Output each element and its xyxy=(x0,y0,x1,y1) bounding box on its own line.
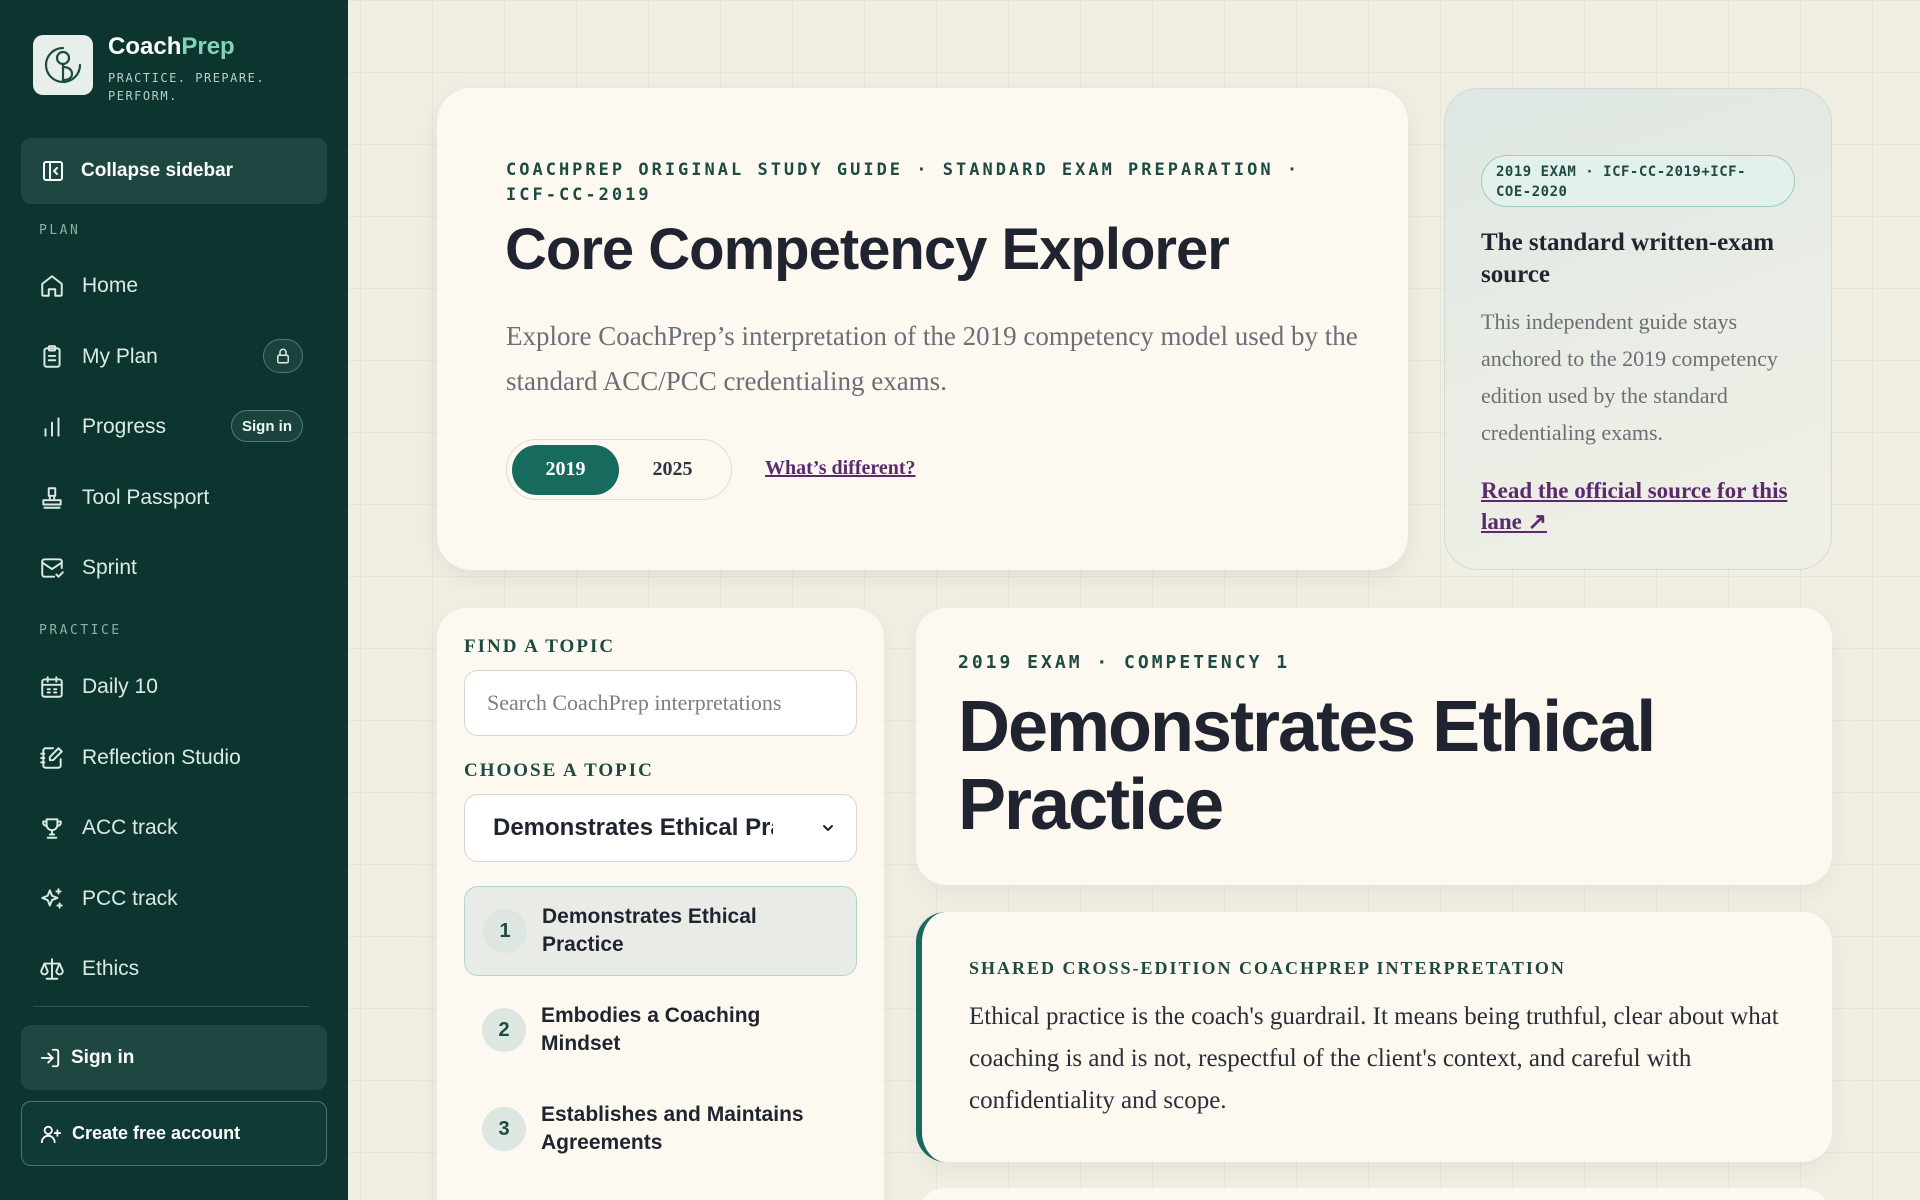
calendar-icon xyxy=(41,676,63,698)
competency-eyebrow: 2019 EXAM · COMPETENCY 1 xyxy=(958,652,1291,673)
brand-name: CoachPrep xyxy=(108,33,235,60)
create-account-label: Create free account xyxy=(72,1123,241,1143)
coachprep-logo-icon xyxy=(33,35,93,95)
sidebar-item-tool-passport[interactable]: Tool Passport xyxy=(39,480,303,516)
sidebar-item-label: Tool Passport xyxy=(82,486,210,509)
sparkles-icon xyxy=(41,888,63,909)
sidebar-item-label: Daily 10 xyxy=(82,675,158,698)
source-card-title: The standard written-exam source xyxy=(1481,229,1775,288)
clipboard-icon xyxy=(43,345,61,368)
sign-in-label: Sign in xyxy=(71,1046,135,1068)
hero-description: Explore CoachPrep’s interpretation of th… xyxy=(506,321,1358,396)
sidebar-item-home[interactable]: Home xyxy=(39,268,303,304)
whats-different-link[interactable]: What’s different? xyxy=(765,457,916,480)
interpretation-body: Ethical practice is the coach's guardrai… xyxy=(969,1003,1779,1114)
lock-icon xyxy=(277,348,289,364)
topic-panel: FIND A TOPIC CHOOSE A TOPIC Demonstrates… xyxy=(437,608,884,1200)
edition-toggle: 2019 2025 xyxy=(506,439,732,500)
brand-tagline: PRACTICE. PREPARE. PERFORM. xyxy=(108,71,266,103)
home-icon xyxy=(41,275,63,297)
source-card: 2019 EXAM · ICF-CC-2019+ICF-COE-2020 The… xyxy=(1444,88,1832,570)
topic-search-input[interactable] xyxy=(464,670,857,736)
trophy-icon xyxy=(42,818,62,839)
scale-icon xyxy=(40,958,64,980)
topic-title: Embodies a Coaching Mindset xyxy=(541,1004,761,1055)
sidebar-item-daily-10[interactable]: Daily 10 xyxy=(39,669,303,705)
topic-title: Demonstrates Ethical Practice xyxy=(542,905,757,956)
sidebar-item-label: Home xyxy=(82,274,139,297)
topic-title: Establishes and Maintains Agreements xyxy=(541,1103,804,1154)
collapse-sidebar-label: Collapse sidebar xyxy=(81,160,234,181)
choose-topic-label: CHOOSE A TOPIC xyxy=(464,760,654,781)
exam-source-badge: 2019 EXAM · ICF-CC-2019+ICF-COE-2020 xyxy=(1481,155,1795,207)
year-option-2019[interactable]: 2019 xyxy=(512,444,619,495)
topic-select-value: Demonstrates Ethical Practice xyxy=(493,814,773,841)
sidebar: CoachPrep PRACTICE. PREPARE. PERFORM. Co… xyxy=(0,0,348,1200)
notebook-pen-icon xyxy=(40,747,63,769)
sidebar-item-label: PCC track xyxy=(82,887,178,910)
year-option-2025[interactable]: 2025 xyxy=(619,445,726,495)
section-label-practice: PRACTICE xyxy=(39,623,122,638)
sidebar-item-label: My Plan xyxy=(82,345,158,368)
bar-chart-icon xyxy=(44,417,60,437)
find-topic-label: FIND A TOPIC xyxy=(464,636,616,657)
create-account-button[interactable]: Create free account xyxy=(21,1101,327,1166)
topic-number: 1 xyxy=(483,909,527,953)
sign-in-badge[interactable]: Sign in xyxy=(231,410,303,442)
sidebar-item-label: Reflection Studio xyxy=(82,746,241,769)
interpretation-card: SHARED CROSS-EDITION COACHPREP INTERPRET… xyxy=(916,912,1832,1162)
sign-in-button[interactable]: Sign in xyxy=(21,1025,327,1090)
topic-select[interactable]: Demonstrates Ethical Practice xyxy=(464,794,857,862)
sidebar-item-label: Sprint xyxy=(82,556,137,579)
section-label-plan: PLAN xyxy=(39,223,81,238)
log-in-icon xyxy=(40,1048,60,1067)
hero-eyebrow: COACHPREP ORIGINAL STUDY GUIDE · STANDAR… xyxy=(506,160,1301,205)
stamp-icon xyxy=(42,487,62,509)
lock-badge xyxy=(263,339,303,373)
sidebar-item-progress[interactable]: Progress Sign in xyxy=(39,409,303,445)
sidebar-item-my-plan[interactable]: My Plan xyxy=(39,339,303,375)
official-source-link[interactable]: Read the official source for this lane ↗ xyxy=(1481,475,1801,537)
topic-number: 3 xyxy=(482,1107,526,1151)
hero-card: COACHPREP ORIGINAL STUDY GUIDE · STANDAR… xyxy=(437,88,1408,570)
sidebar-item-pcc-track[interactable]: PCC track xyxy=(39,881,303,917)
sidebar-item-sprint[interactable]: Sprint xyxy=(39,550,303,586)
chevron-down-icon xyxy=(823,825,833,831)
topic-number: 2 xyxy=(482,1008,526,1052)
sidebar-item-label: Progress xyxy=(82,415,167,438)
sidebar-item-acc-track[interactable]: ACC track xyxy=(39,810,303,846)
topic-item[interactable]: 1 Demonstrates Ethical Practice xyxy=(464,886,857,976)
sidebar-collapse-icon xyxy=(43,161,63,181)
competency-title: Demonstrates Ethical Practice xyxy=(958,687,1656,845)
source-card-body: This independent guide stays anchored to… xyxy=(1481,309,1778,445)
topic-item[interactable]: 3 Establishes and Maintains Agreements xyxy=(464,1084,857,1174)
mail-check-icon xyxy=(41,558,64,578)
next-section-card xyxy=(916,1188,1832,1200)
sidebar-divider xyxy=(33,1006,309,1007)
competency-header-card: 2019 EXAM · COMPETENCY 1 Demonstrates Et… xyxy=(916,608,1832,885)
user-plus-icon xyxy=(40,1125,62,1143)
brand[interactable]: CoachPrep PRACTICE. PREPARE. PERFORM. xyxy=(33,33,283,105)
page-title: Core Competency Explorer xyxy=(505,217,1230,282)
sidebar-item-label: ACC track xyxy=(82,816,178,839)
sidebar-item-ethics[interactable]: Ethics xyxy=(39,951,303,987)
interpretation-label: SHARED CROSS-EDITION COACHPREP INTERPRET… xyxy=(969,958,1566,978)
sidebar-item-reflection-studio[interactable]: Reflection Studio xyxy=(39,740,303,776)
collapse-sidebar-button[interactable]: Collapse sidebar xyxy=(21,138,327,204)
sidebar-item-label: Ethics xyxy=(82,957,140,980)
topic-item[interactable]: 2 Embodies a Coaching Mindset xyxy=(464,985,857,1075)
